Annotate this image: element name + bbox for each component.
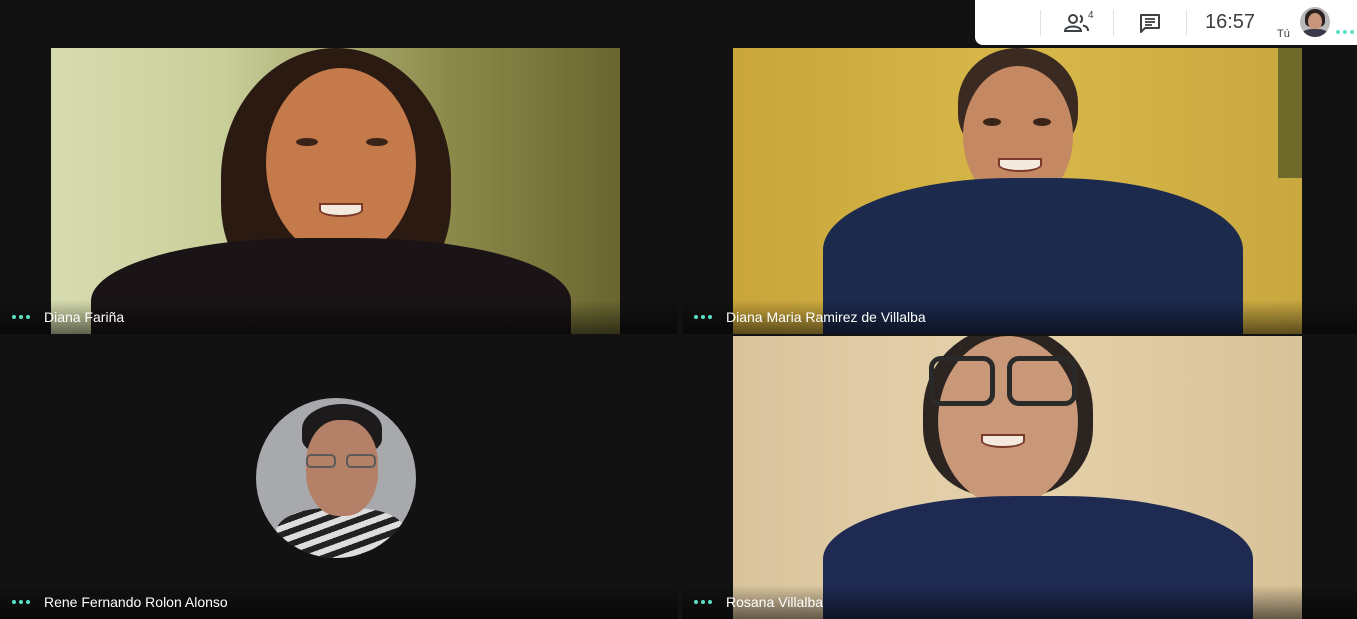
- wall-edge: [1278, 48, 1302, 178]
- self-preview[interactable]: Tú: [1273, 0, 1357, 45]
- participants-button[interactable]: 4: [1041, 0, 1113, 45]
- people-count: 4: [1088, 10, 1094, 21]
- participant-avatar: [256, 398, 416, 558]
- name-bar: Rosana Villalba: [682, 585, 1357, 619]
- self-label: Tú: [1277, 28, 1290, 40]
- clock: 16:57: [1187, 0, 1273, 45]
- glasses-shape: [306, 454, 336, 468]
- participant-name: Diana Fariña: [44, 309, 125, 325]
- body-shape: [1303, 29, 1327, 37]
- people-icon: [1064, 13, 1089, 32]
- glasses-shape: [1007, 356, 1077, 406]
- eye-shape: [1033, 118, 1051, 126]
- face-shape: [266, 68, 416, 258]
- call-info-bar: 4 16:57 Tú: [975, 0, 1357, 45]
- name-bar: Diana Fariña: [0, 300, 678, 334]
- participant-tile-2[interactable]: Diana Maria Ramirez de Villalba: [682, 0, 1357, 334]
- current-time: 16:57: [1204, 11, 1256, 33]
- participant-name: Rene Fernando Rolon Alonso: [44, 594, 228, 610]
- glasses-shape: [929, 356, 995, 406]
- mouth-shape: [981, 434, 1025, 448]
- face-shape: [306, 420, 378, 516]
- mouth-shape: [998, 158, 1042, 172]
- participant-name: Diana Maria Ramirez de Villalba: [726, 309, 926, 325]
- name-bar: Diana Maria Ramirez de Villalba: [682, 300, 1357, 334]
- eye-shape: [296, 138, 318, 146]
- participant-video: [733, 336, 1302, 619]
- more-options-icon[interactable]: [690, 311, 716, 323]
- more-options-icon[interactable]: [8, 596, 34, 608]
- chat-icon: [1140, 13, 1160, 33]
- glasses-shape: [346, 454, 376, 468]
- participant-name: Rosana Villalba: [726, 594, 824, 610]
- participant-tile-4[interactable]: Rosana Villalba: [682, 336, 1357, 619]
- participant-tile-1[interactable]: Diana Fariña: [0, 0, 678, 334]
- participant-video: [51, 48, 620, 334]
- name-bar: Rene Fernando Rolon Alonso: [0, 585, 678, 619]
- more-options-icon[interactable]: [690, 596, 716, 608]
- eye-shape: [983, 118, 1001, 126]
- eye-shape: [366, 138, 388, 146]
- mouth-shape: [319, 203, 363, 217]
- face-shape: [1308, 13, 1322, 30]
- more-options-icon[interactable]: [8, 311, 34, 323]
- participant-video: [733, 48, 1302, 334]
- chat-button[interactable]: [1114, 0, 1186, 45]
- more-options-icon[interactable]: [1336, 30, 1354, 34]
- self-avatar: [1300, 7, 1330, 37]
- participant-tile-3[interactable]: Rene Fernando Rolon Alonso: [0, 336, 678, 619]
